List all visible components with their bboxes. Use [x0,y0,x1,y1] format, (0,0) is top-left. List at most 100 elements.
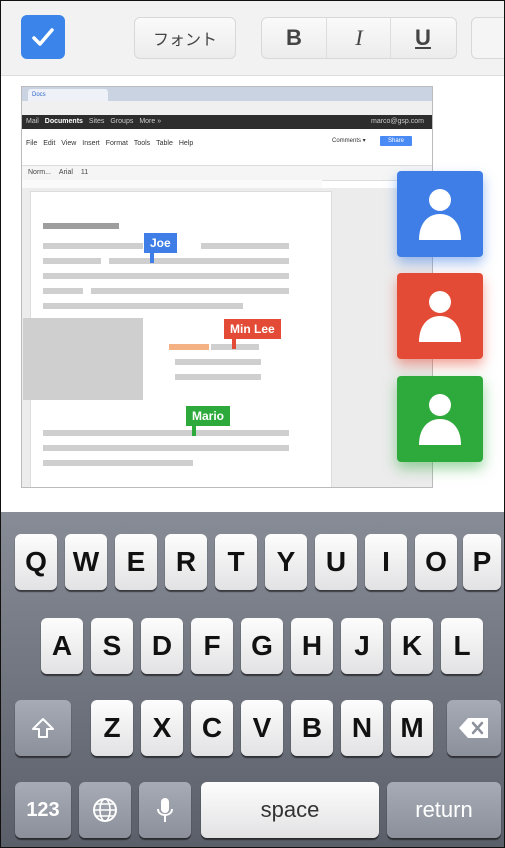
collaborator-cursor-mario: Mario [186,406,231,436]
style-select[interactable]: Norm... [28,169,51,176]
microphone-icon [157,798,173,822]
doc-text-line [201,243,289,249]
gbar-item[interactable]: Sites [89,118,105,125]
doc-text-line [43,288,83,294]
menu-item[interactable]: Format [106,140,128,147]
doc-text-line [43,460,193,466]
app-frame: フォント B I U Docs Mail Documents Sites Gro… [0,0,505,848]
account-email[interactable]: marco@gsp.com [371,115,424,129]
doc-text-line [43,445,289,451]
browser-tab[interactable]: Docs [28,89,108,101]
key-c[interactable]: C [191,700,233,756]
gbar-item[interactable]: Documents [45,118,83,125]
key-a[interactable]: A [41,618,83,674]
gbar-item[interactable]: Mail [26,118,39,125]
key-y[interactable]: Y [265,534,307,590]
menu-item[interactable]: View [61,140,76,147]
font-button[interactable]: フォント [134,17,236,59]
font-select[interactable]: Arial [59,169,73,176]
key-e[interactable]: E [115,534,157,590]
doc-text-line [43,430,289,436]
done-button[interactable] [21,15,65,59]
key-r[interactable]: R [165,534,207,590]
selection-highlight [169,344,209,350]
key-i[interactable]: I [365,534,407,590]
key-z[interactable]: Z [91,700,133,756]
key-n[interactable]: N [341,700,383,756]
doc-text-line [43,273,289,279]
doc-text-line [43,303,243,309]
key-f[interactable]: F [191,618,233,674]
doc-text-line [43,258,101,264]
key-t[interactable]: T [215,534,257,590]
size-select[interactable]: 11 [81,169,88,176]
key-j[interactable]: J [341,618,383,674]
person-icon [419,189,461,240]
cursor-stem [232,337,236,349]
key-v[interactable]: V [241,700,283,756]
text-style-group: B I U [261,17,457,59]
menu-item[interactable]: File [26,140,37,147]
menu-item[interactable]: Insert [82,140,100,147]
dictation-key[interactable] [139,782,191,838]
doc-toolbar: Norm... Arial 11 [22,165,432,181]
key-p[interactable]: P [463,534,501,590]
avatar-blue [397,171,483,257]
menu-item[interactable]: Edit [43,140,55,147]
comments-button[interactable]: Comments ▾ [332,137,366,144]
align-button[interactable] [471,17,504,59]
return-key[interactable]: return [387,782,501,838]
key-b[interactable]: B [291,700,333,756]
doc-text-line [91,288,289,294]
collaborator-name: Mario [192,409,225,423]
key-m[interactable]: M [391,700,433,756]
italic-button[interactable]: I [326,18,391,58]
doc-text-line [109,258,289,264]
bold-button[interactable]: B [262,18,326,58]
cursor-stem [150,251,154,263]
underline-button[interactable]: U [390,18,455,58]
google-bar: Mail Documents Sites Groups More » marco… [22,115,432,129]
doc-menubar: File Edit View Insert Format Tools Table… [22,137,322,151]
image-placeholder [23,318,143,400]
collaborator-name: Min Lee [230,322,275,336]
globe-key[interactable] [79,782,131,838]
key-s[interactable]: S [91,618,133,674]
checkmark-icon [32,28,54,46]
collaborator-cursor-joe: Joe [144,233,177,263]
key-k[interactable]: K [391,618,433,674]
menu-item[interactable]: Tools [134,140,150,147]
onscreen-keyboard: Q W E R T Y U I O P A S D F G H J K L Z … [1,512,504,847]
doc-text-line [175,374,261,380]
key-q[interactable]: Q [15,534,57,590]
key-u[interactable]: U [315,534,357,590]
menu-item[interactable]: Help [179,140,193,147]
collaborator-name: Joe [150,236,171,250]
format-toolbar: フォント B I U [1,1,504,76]
cursor-stem [192,424,196,436]
delete-key[interactable] [447,700,501,756]
backspace-icon [459,718,488,738]
key-o[interactable]: O [415,534,457,590]
share-button[interactable]: Share [380,136,412,146]
menu-item[interactable]: Table [156,140,173,147]
browser-window: Docs Mail Documents Sites Groups More » … [21,86,433,488]
collaborator-cursor-min-lee: Min Lee [224,319,281,349]
key-x[interactable]: X [141,700,183,756]
gbar-item[interactable]: More » [139,118,161,125]
doc-text-line [175,359,261,365]
shift-arrow-icon [32,718,54,738]
key-l[interactable]: L [441,618,483,674]
address-bar[interactable] [22,101,432,116]
key-h[interactable]: H [291,618,333,674]
browser-tabbar: Docs [22,87,432,101]
gbar-item[interactable]: Groups [110,118,133,125]
person-icon [419,291,461,342]
numbers-key[interactable]: 123 [15,782,71,838]
key-g[interactable]: G [241,618,283,674]
key-d[interactable]: D [141,618,183,674]
shift-key[interactable] [15,700,71,756]
space-key[interactable]: space [201,782,379,838]
key-w[interactable]: W [65,534,107,590]
avatar-red [397,273,483,359]
